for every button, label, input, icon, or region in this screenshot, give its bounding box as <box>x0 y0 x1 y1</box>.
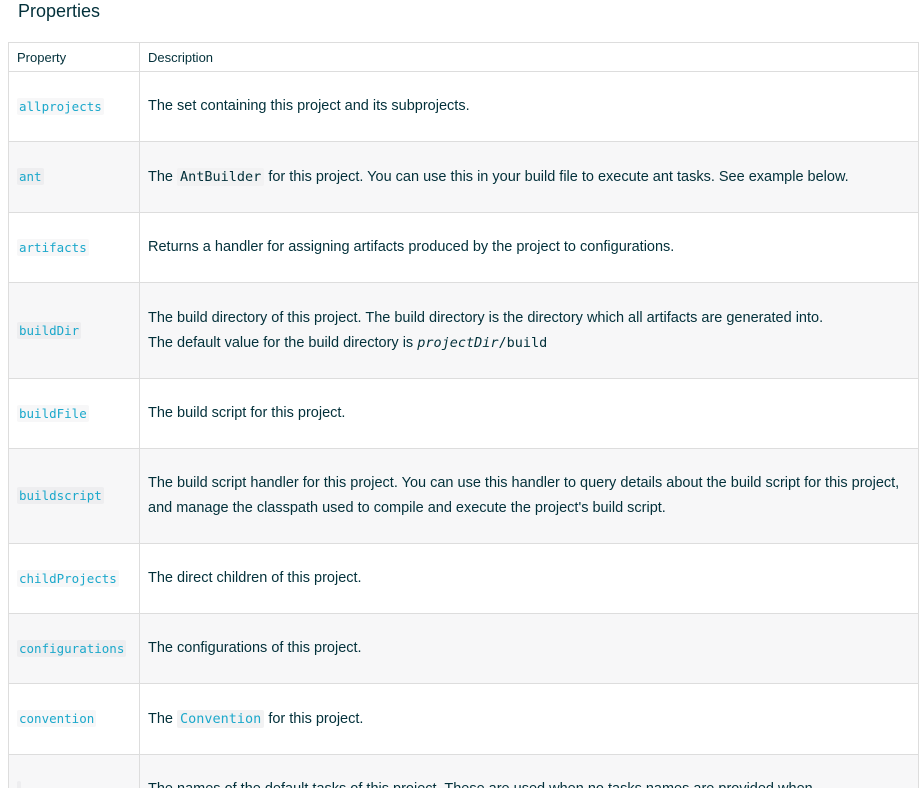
description-cell: The build directory of this project. The… <box>139 282 919 379</box>
section-title: Properties <box>18 1 101 21</box>
convention-link[interactable]: Convention <box>177 709 265 728</box>
property-cell: convention <box>8 683 140 755</box>
description-cell: The Convention for this project. <box>139 683 919 755</box>
table-row: The names of the default tasks of this p… <box>8 754 919 788</box>
table-row: ant The AntBuilder for this project. You… <box>8 141 919 213</box>
table-header-row: Property Description <box>8 42 919 72</box>
table-row: allprojects The set containing this proj… <box>8 71 919 142</box>
properties-page: Properties Property Description allproje… <box>0 0 924 788</box>
description-text: The <box>148 710 178 727</box>
property-cell: configurations <box>8 613 140 684</box>
property-link-convention[interactable]: convention <box>17 710 97 727</box>
description-cell: The build script handler for this projec… <box>139 448 919 544</box>
property-link-buildfile[interactable]: buildFile <box>17 404 89 422</box>
description-cell: The configurations of this project. <box>139 613 919 684</box>
description-cell: The set containing this project and its … <box>139 71 919 142</box>
property-link-builddir[interactable]: buildDir <box>17 321 82 339</box>
description-cell: The AntBuilder for this project. You can… <box>139 141 919 213</box>
description-text: The <box>148 168 178 185</box>
description-cell: The names of the default tasks of this p… <box>139 754 919 788</box>
property-link-buildscript[interactable]: buildscript <box>17 487 104 504</box>
property-cell: ant <box>8 141 140 213</box>
description-text: The default value for the build director… <box>148 334 418 351</box>
projectdir-code: projectDir <box>417 334 499 351</box>
property-cell: artifacts <box>8 212 140 283</box>
description-cell: The direct children of this project. <box>139 543 919 614</box>
description-text: for this project. <box>264 710 364 727</box>
property-cell: buildscript <box>8 448 140 544</box>
description-cell: Returns a handler for assigning artifact… <box>139 212 919 283</box>
table-row: convention The Convention for this proje… <box>8 683 919 755</box>
table-row: buildDir The build directory of this pro… <box>8 282 919 379</box>
property-link-ant[interactable]: ant <box>17 168 44 185</box>
description-text: The build directory of this project. The… <box>148 309 824 326</box>
builddir-path-code: projectDir/build <box>417 335 547 351</box>
description-cell: The build script for this project. <box>139 378 919 449</box>
table-row: configurations The configurations of thi… <box>8 613 919 684</box>
property-link-allprojects[interactable]: allprojects <box>17 97 104 115</box>
property-link-configurations[interactable]: configurations <box>17 639 127 657</box>
property-link-defaulttasks[interactable] <box>17 780 21 788</box>
build-path-code: /build <box>498 334 548 351</box>
property-link-artifacts[interactable]: artifacts <box>17 238 89 256</box>
property-cell <box>8 754 140 788</box>
table-row: buildFile The build script for this proj… <box>8 378 919 449</box>
property-cell: buildDir <box>8 282 140 379</box>
properties-table: Property Description allprojects The set… <box>8 42 919 788</box>
antbuilder-code: AntBuilder <box>177 167 265 186</box>
property-link-childprojects[interactable]: childProjects <box>17 569 119 587</box>
table-row: artifacts Returns a handler for assignin… <box>8 212 919 283</box>
property-cell: allprojects <box>8 71 140 142</box>
header-description: Description <box>139 42 919 72</box>
table-row: buildscript The build script handler for… <box>8 448 919 544</box>
header-property: Property <box>8 42 140 72</box>
property-cell: buildFile <box>8 378 140 449</box>
description-text: for this project. You can use this in yo… <box>264 168 849 185</box>
property-cell: childProjects <box>8 543 140 614</box>
table-row: childProjects The direct children of thi… <box>8 543 919 614</box>
